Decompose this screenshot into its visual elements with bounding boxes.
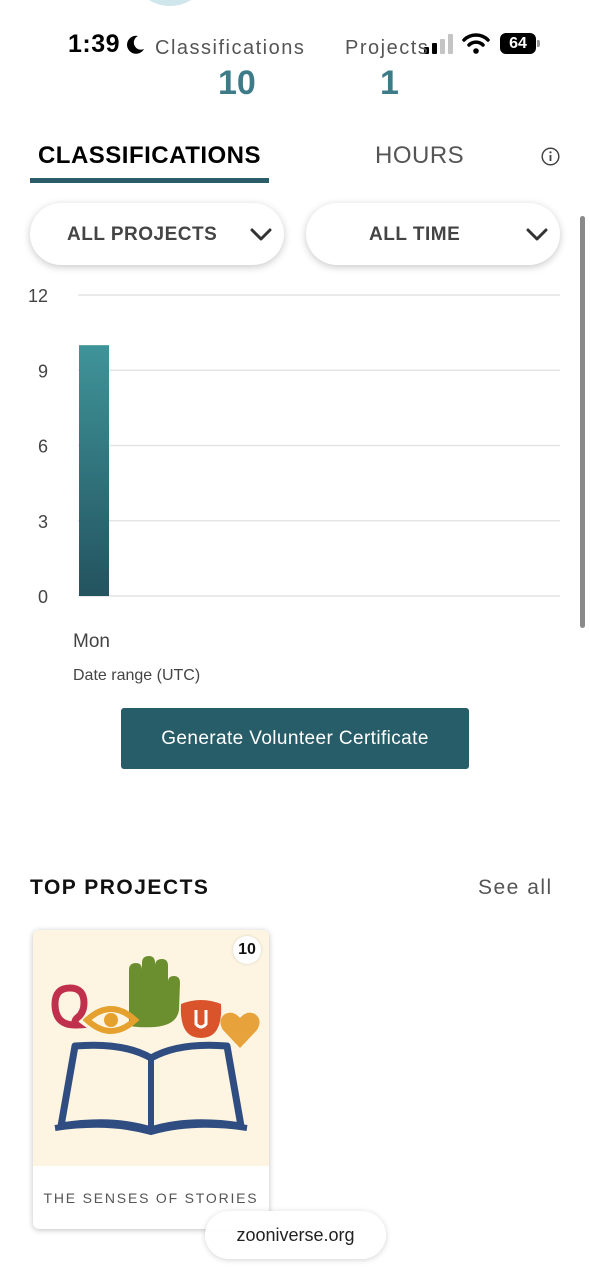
tab-classifications[interactable]: CLASSIFICATIONS: [30, 142, 269, 183]
projects-stat-value: 1: [380, 64, 399, 102]
y-tick-label: 6: [38, 437, 48, 457]
x-axis-title: Date range (UTC): [73, 667, 201, 684]
battery-level: 64: [500, 33, 536, 54]
classifications-stat-value: 10: [218, 64, 256, 102]
project-filter-value: ALL PROJECTS: [67, 224, 218, 245]
project-thumbnail: [33, 930, 269, 1166]
chevron-down-icon: [526, 228, 548, 241]
y-tick-label: 0: [38, 587, 48, 607]
avatar: [130, 0, 210, 6]
y-tick-label: 9: [38, 361, 48, 381]
y-tick-label: 3: [38, 512, 48, 532]
project-card[interactable]: 10 THE SENSES OF STORIES: [33, 930, 269, 1229]
generate-certificate-button[interactable]: Generate Volunteer Certificate: [121, 708, 469, 769]
time-filter-value: ALL TIME: [369, 224, 461, 245]
wifi-icon: [462, 33, 490, 54]
chart-bar[interactable]: [79, 345, 109, 596]
x-tick-label: Mon: [73, 631, 110, 652]
see-all-link[interactable]: See all: [478, 876, 553, 900]
battery-icon: 64: [500, 33, 540, 54]
classifications-stat-label: Classifications: [155, 37, 306, 59]
info-icon[interactable]: [541, 147, 560, 166]
project-name: THE SENSES OF STORIES: [43, 1190, 259, 1206]
project-filter-dropdown[interactable]: ALL PROJECTS: [30, 203, 284, 265]
projects-stat-label: Projects: [345, 37, 430, 59]
url-bar[interactable]: zooniverse.org: [205, 1211, 386, 1259]
y-tick-label: 12: [28, 286, 48, 306]
status-time: 1:39: [68, 30, 121, 58]
moon-icon: [127, 35, 144, 54]
time-filter-dropdown[interactable]: ALL TIME: [306, 203, 560, 265]
classifications-bar-chart: 0 3 6 9 12 Mon: [28, 286, 560, 652]
chevron-down-icon: [250, 228, 272, 241]
top-projects-heading: TOP PROJECTS: [30, 876, 210, 899]
tab-hours[interactable]: HOURS: [375, 142, 464, 170]
project-classification-count: 10: [233, 936, 261, 964]
